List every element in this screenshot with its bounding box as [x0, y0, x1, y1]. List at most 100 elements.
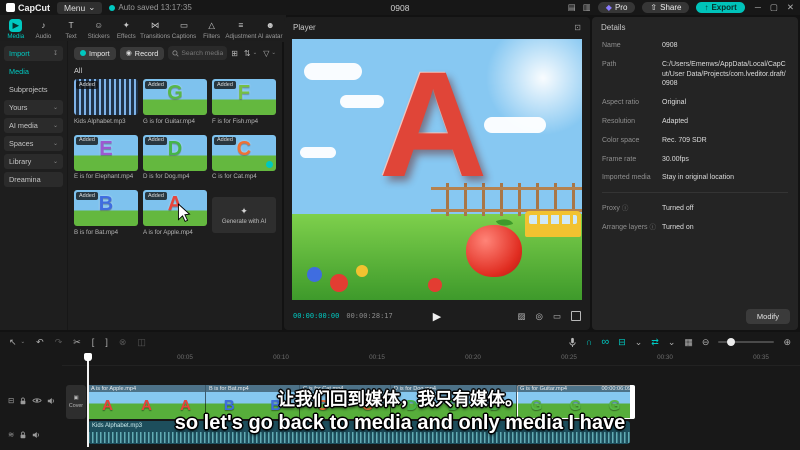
- sidebar-item-ai-media[interactable]: AI media ⌄: [4, 118, 63, 133]
- video-preview[interactable]: A: [292, 39, 582, 300]
- media-item-f-fish[interactable]: F Added F is for Fish.mp4: [212, 79, 276, 125]
- player-display-icon[interactable]: ⊡: [574, 23, 581, 32]
- split-icon[interactable]: ✂: [73, 337, 81, 348]
- import-button[interactable]: Import: [74, 46, 116, 60]
- delete-right-icon[interactable]: ]: [105, 337, 108, 347]
- window-close-button[interactable]: ✕: [787, 2, 794, 13]
- audio-waveform-thumbnail: Added: [74, 79, 138, 115]
- detail-row-color-space: Color space Rec. 709 SDR: [602, 136, 707, 144]
- import-dot-icon: [80, 50, 86, 56]
- pro-button[interactable]: ◆ Pro: [597, 2, 636, 13]
- media-item-e-elephant[interactable]: E Added E is for Elephant.mp4: [74, 134, 138, 180]
- delete-left-icon[interactable]: [: [92, 337, 95, 347]
- timeline-zoom-slider[interactable]: [718, 338, 775, 346]
- zoom-in-icon[interactable]: ⊕: [783, 337, 791, 348]
- link-clips-icon[interactable]: ∞: [601, 336, 609, 348]
- undo-icon[interactable]: ↶: [36, 337, 44, 348]
- chevron-down-icon: ⌄: [52, 159, 58, 165]
- info-icon[interactable]: ⓘ: [622, 204, 629, 213]
- autosave-status: Auto saved 13:17:35: [109, 3, 192, 12]
- fullscreen-icon[interactable]: [571, 311, 581, 321]
- filter-icon[interactable]: ▽: [263, 49, 269, 58]
- tab-filters[interactable]: △ Filters: [198, 16, 226, 42]
- detail-row-name: Name 0908: [602, 42, 678, 49]
- sidebar-item-import[interactable]: Import ↧: [4, 46, 63, 61]
- aspect-ratio-icon[interactable]: ▭: [553, 311, 561, 322]
- tab-media[interactable]: ▶ Media: [2, 16, 30, 42]
- sort-icon[interactable]: ⇅: [244, 49, 251, 58]
- detail-row-path: Path C:/Users/Emenws/AppData/Local/CapCu…: [602, 60, 786, 88]
- text-icon: T: [68, 20, 74, 30]
- zoom-out-icon[interactable]: ⊖: [702, 337, 710, 348]
- grid-view-icon[interactable]: ⊞: [231, 49, 238, 58]
- window-minimize-button[interactable]: ─: [755, 2, 761, 13]
- sidebar-item-library[interactable]: Library ⌄: [4, 154, 63, 169]
- player-panel: Player ⊡ A 00:00:00:00 00:00:28:17 ▶ ▨ ◎…: [284, 17, 590, 330]
- apple-graphic: [466, 215, 522, 277]
- play-button[interactable]: ▶: [433, 310, 441, 323]
- transitions-icon: ⋈: [150, 19, 160, 30]
- ai-sparkle-icon: ✦: [240, 205, 248, 216]
- tab-transitions[interactable]: ⋈ Transitions: [140, 16, 170, 42]
- magnet-snap-icon[interactable]: ∩: [586, 337, 592, 347]
- tab-captions[interactable]: ▭ Captions: [170, 16, 198, 42]
- sidebar-item-dreamina[interactable]: Dreamina: [4, 172, 63, 187]
- redo-icon[interactable]: ↷: [55, 337, 63, 348]
- media-item-c-cat[interactable]: C Added C is for Cat.mp4: [212, 134, 276, 180]
- menu-button[interactable]: Menu ⌄: [57, 1, 103, 14]
- voiceover-mic-icon[interactable]: [568, 337, 577, 348]
- scene-letter-a: A: [379, 40, 488, 209]
- share-button[interactable]: ⇧ Share: [642, 2, 690, 13]
- modify-button[interactable]: Modify: [745, 309, 790, 324]
- preview-quality-icon[interactable]: ▨: [518, 311, 526, 322]
- select-tool-icon[interactable]: ↖: [9, 337, 17, 348]
- tab-text[interactable]: T Text: [57, 16, 85, 42]
- tab-effects[interactable]: ✦ Effects: [113, 16, 141, 42]
- auto-ripple-icon[interactable]: ⇄: [651, 337, 659, 348]
- cloud-graphic: [300, 147, 336, 158]
- stickers-icon: ☺: [94, 20, 104, 30]
- ai-avatar-icon: ☻: [265, 20, 275, 30]
- preview-zoom-icon[interactable]: ◎: [536, 311, 543, 322]
- sidebar-item-subprojects[interactable]: Subprojects: [4, 82, 63, 97]
- media-icon: ▶: [9, 18, 23, 32]
- delete-icon[interactable]: ⊗: [119, 337, 127, 348]
- player-title: Player: [293, 22, 316, 32]
- search-input[interactable]: [181, 49, 224, 57]
- record-button[interactable]: ◉ Record: [119, 46, 165, 60]
- added-badge: Added: [76, 81, 98, 90]
- player-controls: 00:00:00:00 00:00:28:17 ▶ ▨ ◎ ▭: [284, 302, 590, 330]
- media-item-d-dog[interactable]: D Added D is for Dog.mp4: [143, 134, 207, 180]
- render-preview-icon[interactable]: ▦: [684, 337, 693, 348]
- media-item-g-guitar[interactable]: G Added G is for Guitar.mp4: [143, 79, 207, 125]
- freeze-icon[interactable]: ◫: [137, 337, 146, 348]
- timeline-ruler[interactable]: 00:05 00:10 00:15 00:20 00:25 00:30 00:3…: [62, 353, 800, 366]
- export-button[interactable]: ↑ Export: [696, 2, 745, 13]
- zoom-slider-handle[interactable]: [727, 338, 736, 346]
- added-badge: Added: [214, 81, 236, 90]
- tab-stickers[interactable]: ☺ Stickers: [85, 16, 113, 42]
- media-item-a-apple[interactable]: A Added A is for Apple.mp4: [143, 190, 207, 236]
- tab-audio[interactable]: ♪ Audio: [30, 16, 58, 42]
- tab-ai-avatar[interactable]: ☻ AI avatar: [256, 16, 284, 42]
- playhead-handle[interactable]: [83, 353, 92, 361]
- total-time: 00:00:28:17: [346, 312, 393, 320]
- tab-adjustment[interactable]: ≡ Adjustment: [225, 16, 256, 42]
- search-box[interactable]: [168, 46, 228, 60]
- added-badge: Added: [145, 81, 167, 90]
- all-filter-label[interactable]: All: [74, 66, 276, 75]
- media-item-kids-alphabet[interactable]: Added Kids Alphabet.mp3: [74, 79, 138, 125]
- layout-option-icon[interactable]: ▤: [568, 2, 576, 13]
- record-icon: ◉: [125, 50, 132, 57]
- media-item-b-bat[interactable]: B Added B is for Bat.mp4: [74, 190, 138, 236]
- chevron-down-icon: ⌄: [667, 336, 676, 347]
- chevron-down-icon: ⌄: [88, 2, 96, 12]
- window-maximize-button[interactable]: ▢: [770, 2, 778, 13]
- info-icon[interactable]: ⓘ: [650, 223, 657, 232]
- sidebar-item-media[interactable]: Media: [4, 64, 63, 79]
- sidebar-item-yours[interactable]: Yours ⌄: [4, 100, 63, 115]
- generate-with-ai-button[interactable]: ✦ Generate with AI: [212, 197, 276, 233]
- panel-layout-icon[interactable]: ▥: [583, 2, 591, 13]
- preview-axis-icon[interactable]: ⊟: [618, 337, 626, 348]
- sidebar-item-spaces[interactable]: Spaces ⌄: [4, 136, 63, 151]
